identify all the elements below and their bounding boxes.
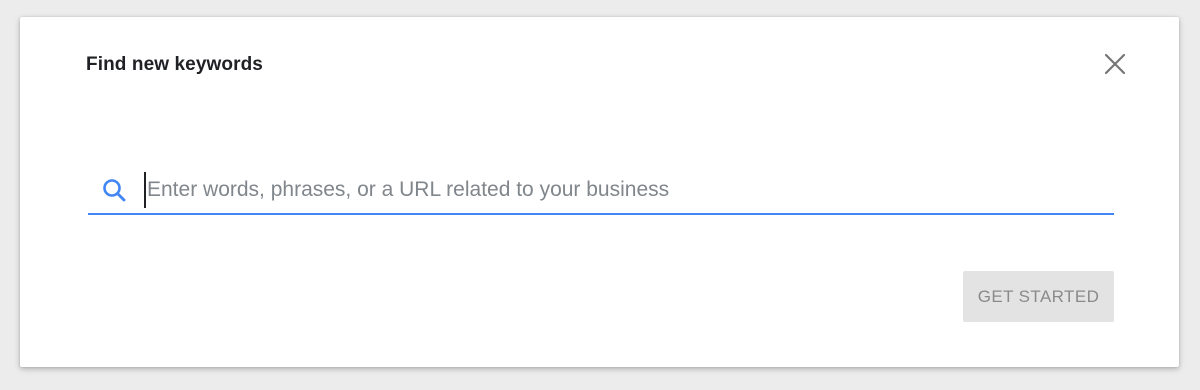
- close-button[interactable]: [1098, 47, 1132, 81]
- dialog-title: Find new keywords: [86, 54, 263, 75]
- close-icon: [1104, 53, 1126, 75]
- keyword-search-field[interactable]: [88, 167, 1114, 215]
- find-keywords-dialog: Find new keywords GET STARTED: [20, 17, 1179, 367]
- get-started-button[interactable]: GET STARTED: [963, 271, 1114, 322]
- keyword-search-input[interactable]: [144, 172, 1114, 208]
- search-icon: [100, 176, 128, 204]
